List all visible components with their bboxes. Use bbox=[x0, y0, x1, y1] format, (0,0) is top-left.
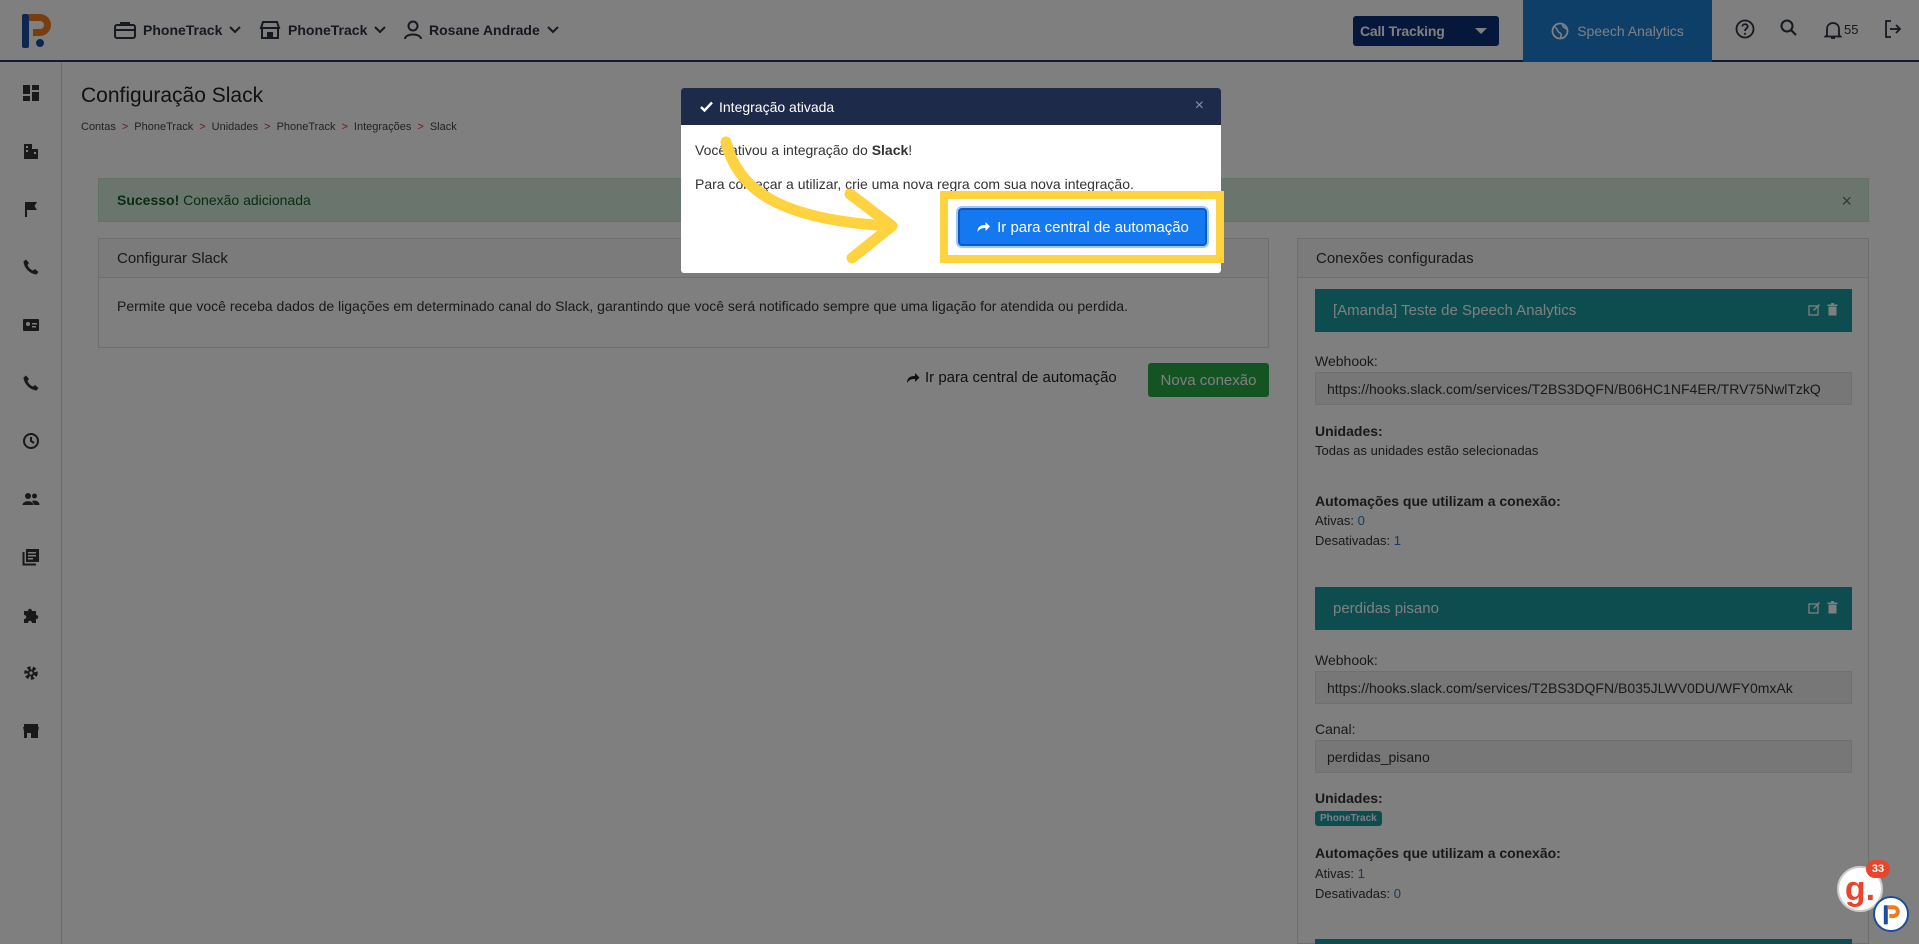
modal-header: Integração ativada bbox=[681, 88, 1221, 125]
phonetrack-logo bbox=[1883, 905, 1900, 925]
go-to-automation-center-button[interactable]: Ir para central de automação bbox=[958, 208, 1207, 246]
phonetrack-chat-widget[interactable] bbox=[1873, 896, 1909, 932]
modal-title: Integração ativada bbox=[719, 98, 835, 115]
help-widget-count: 33 bbox=[1866, 860, 1890, 878]
tutorial-arrow-icon bbox=[720, 136, 898, 264]
modal-close-button[interactable]: × bbox=[1195, 97, 1204, 115]
go-to-automation-center-label: Ir para central de automação bbox=[997, 218, 1189, 236]
check-icon bbox=[700, 101, 713, 112]
share-arrow-icon bbox=[977, 222, 991, 232]
modal-message-post: ! bbox=[908, 142, 913, 158]
